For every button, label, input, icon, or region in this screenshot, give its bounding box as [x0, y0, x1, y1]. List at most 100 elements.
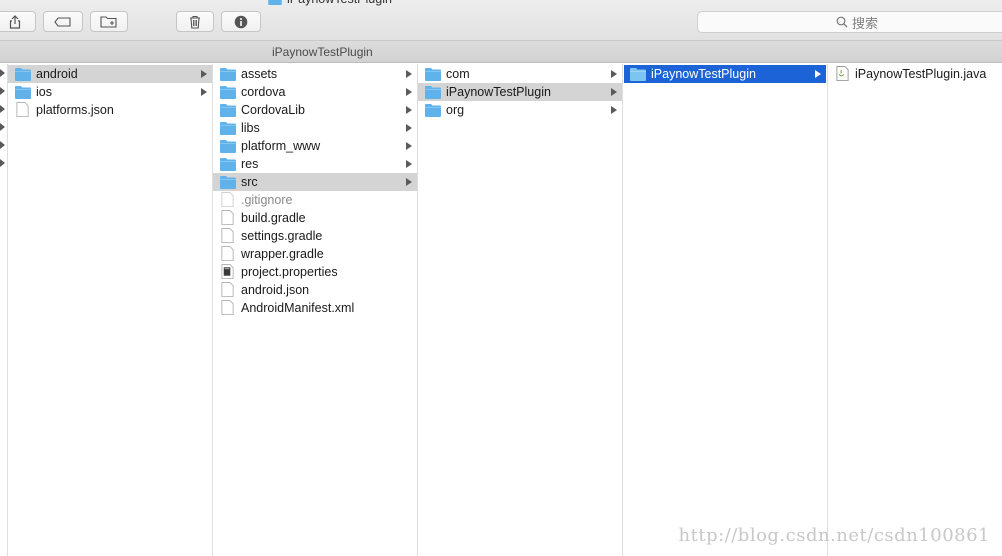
- file-icon: [221, 282, 234, 297]
- folder-icon: [220, 86, 236, 99]
- list-item-build-gradle[interactable]: build.gradle: [213, 209, 417, 227]
- new-folder-icon: [100, 16, 117, 28]
- new-folder-button[interactable]: [90, 11, 128, 32]
- window-title-text: iPaynowTestPlugin: [287, 0, 392, 6]
- folder-icon: [220, 68, 236, 81]
- chevron-right-icon: [406, 142, 412, 150]
- item-label: iPaynowTestPlugin: [651, 67, 756, 81]
- item-label: com: [446, 67, 470, 81]
- list-item-cordovalib[interactable]: CordovaLib: [213, 101, 417, 119]
- properties-file-icon: [221, 264, 234, 279]
- item-label: assets: [241, 67, 278, 81]
- folder-icon: [15, 86, 31, 99]
- toolbar: iPaynowTestPlugin: [0, 0, 1002, 41]
- tag-button[interactable]: [43, 11, 83, 32]
- trash-icon: [190, 15, 200, 29]
- chevron-right-icon: [406, 88, 412, 96]
- partial-column: [0, 64, 8, 556]
- item-label: src: [241, 175, 258, 189]
- file-icon: [221, 192, 234, 207]
- folder-icon: [425, 68, 441, 81]
- chevron-right-icon: [201, 88, 207, 96]
- list-item-ipaynowtestplugin[interactable]: iPaynowTestPlugin: [418, 83, 622, 101]
- file-icon: [221, 246, 234, 261]
- list-item-org[interactable]: org: [418, 101, 622, 119]
- search-placeholder: 搜索: [851, 15, 878, 31]
- item-label: android: [36, 67, 78, 81]
- window-title: iPaynowTestPlugin: [268, 0, 392, 6]
- folder-icon: [220, 176, 236, 189]
- file-icon: [221, 228, 234, 243]
- list-item-platform-www[interactable]: platform_www: [213, 137, 417, 155]
- folder-icon: [220, 140, 236, 153]
- list-item-cordova[interactable]: cordova: [213, 83, 417, 101]
- item-label: res: [241, 157, 259, 171]
- info-button[interactable]: [221, 11, 261, 32]
- info-icon: [234, 15, 248, 28]
- folder-icon: [425, 104, 441, 117]
- tag-icon: [54, 16, 71, 27]
- list-item-src[interactable]: src: [213, 173, 417, 191]
- list-item-com[interactable]: com: [418, 65, 622, 83]
- list-item-res[interactable]: res: [213, 155, 417, 173]
- file-icon: [221, 300, 234, 315]
- file-icon: [16, 102, 29, 117]
- item-label: platform_www: [241, 139, 321, 153]
- list-item-project-properties[interactable]: project.properties: [213, 263, 417, 281]
- chevron-right-icon: [406, 70, 412, 78]
- java-file-icon: [836, 66, 849, 81]
- folder-icon: [425, 86, 441, 99]
- path-bar: iPaynowTestPlugin: [0, 41, 1002, 63]
- file-icon: [221, 210, 234, 225]
- chevron-right-icon: [815, 70, 821, 78]
- chevron-right-icon: [406, 106, 412, 114]
- list-item-ipaynowtestplugin-java[interactable]: iPaynowTestPlugin.java: [828, 65, 1002, 83]
- column-2: assets cordova CordovaLib libs platform_…: [213, 64, 418, 556]
- item-label: libs: [241, 121, 260, 135]
- folder-icon: [220, 122, 236, 135]
- folder-icon: [15, 68, 31, 81]
- chevron-right-icon: [201, 70, 207, 78]
- folder-icon: [220, 158, 236, 171]
- item-label: cordova: [241, 85, 286, 99]
- item-label: build.gradle: [241, 211, 306, 225]
- watermark: http://blog.csdn.net/csdn100861: [678, 525, 990, 546]
- list-item-libs[interactable]: libs: [213, 119, 417, 137]
- folder-icon: [268, 0, 282, 5]
- list-item-android-json[interactable]: android.json: [213, 281, 417, 299]
- chevron-right-icon: [611, 88, 617, 96]
- item-label: wrapper.gradle: [241, 247, 324, 261]
- column-5: iPaynowTestPlugin.java: [828, 64, 1002, 556]
- list-item-gitignore[interactable]: .gitignore: [213, 191, 417, 209]
- list-item-assets[interactable]: assets: [213, 65, 417, 83]
- chevron-right-icon: [406, 124, 412, 132]
- trash-button[interactable]: [176, 11, 214, 32]
- chevron-right-icon: [611, 106, 617, 114]
- path-bar-title: iPaynowTestPlugin: [272, 45, 373, 59]
- list-item-ios[interactable]: ios: [8, 83, 212, 101]
- item-label: CordovaLib: [241, 103, 305, 117]
- search-field[interactable]: 搜索: [697, 11, 1002, 33]
- column-1: android ios platforms.json: [8, 64, 213, 556]
- folder-icon: [630, 68, 646, 81]
- item-label: AndroidManifest.xml: [241, 301, 355, 315]
- list-item-platforms-json[interactable]: platforms.json: [8, 101, 212, 119]
- list-item-android[interactable]: android: [8, 65, 212, 83]
- chevron-right-icon: [406, 160, 412, 168]
- list-item-wrapper-gradle[interactable]: wrapper.gradle: [213, 245, 417, 263]
- item-label: iPaynowTestPlugin.java: [855, 67, 987, 81]
- list-item-androidmanifest-xml[interactable]: AndroidManifest.xml: [213, 299, 417, 317]
- column-3: com iPaynowTestPlugin org: [418, 64, 623, 556]
- share-button[interactable]: [0, 11, 36, 32]
- column-4: iPaynowTestPlugin: [623, 64, 828, 556]
- folder-icon: [220, 104, 236, 117]
- item-label: project.properties: [241, 265, 338, 279]
- item-label: android.json: [241, 283, 310, 297]
- list-item-settings-gradle[interactable]: settings.gradle: [213, 227, 417, 245]
- chevron-right-icon: [611, 70, 617, 78]
- search-icon: [836, 16, 848, 28]
- item-label: org: [446, 103, 465, 117]
- list-item-ipaynowtestplugin-selected[interactable]: iPaynowTestPlugin: [624, 65, 826, 83]
- chevron-right-icon: [406, 178, 412, 186]
- share-icon: [9, 14, 21, 29]
